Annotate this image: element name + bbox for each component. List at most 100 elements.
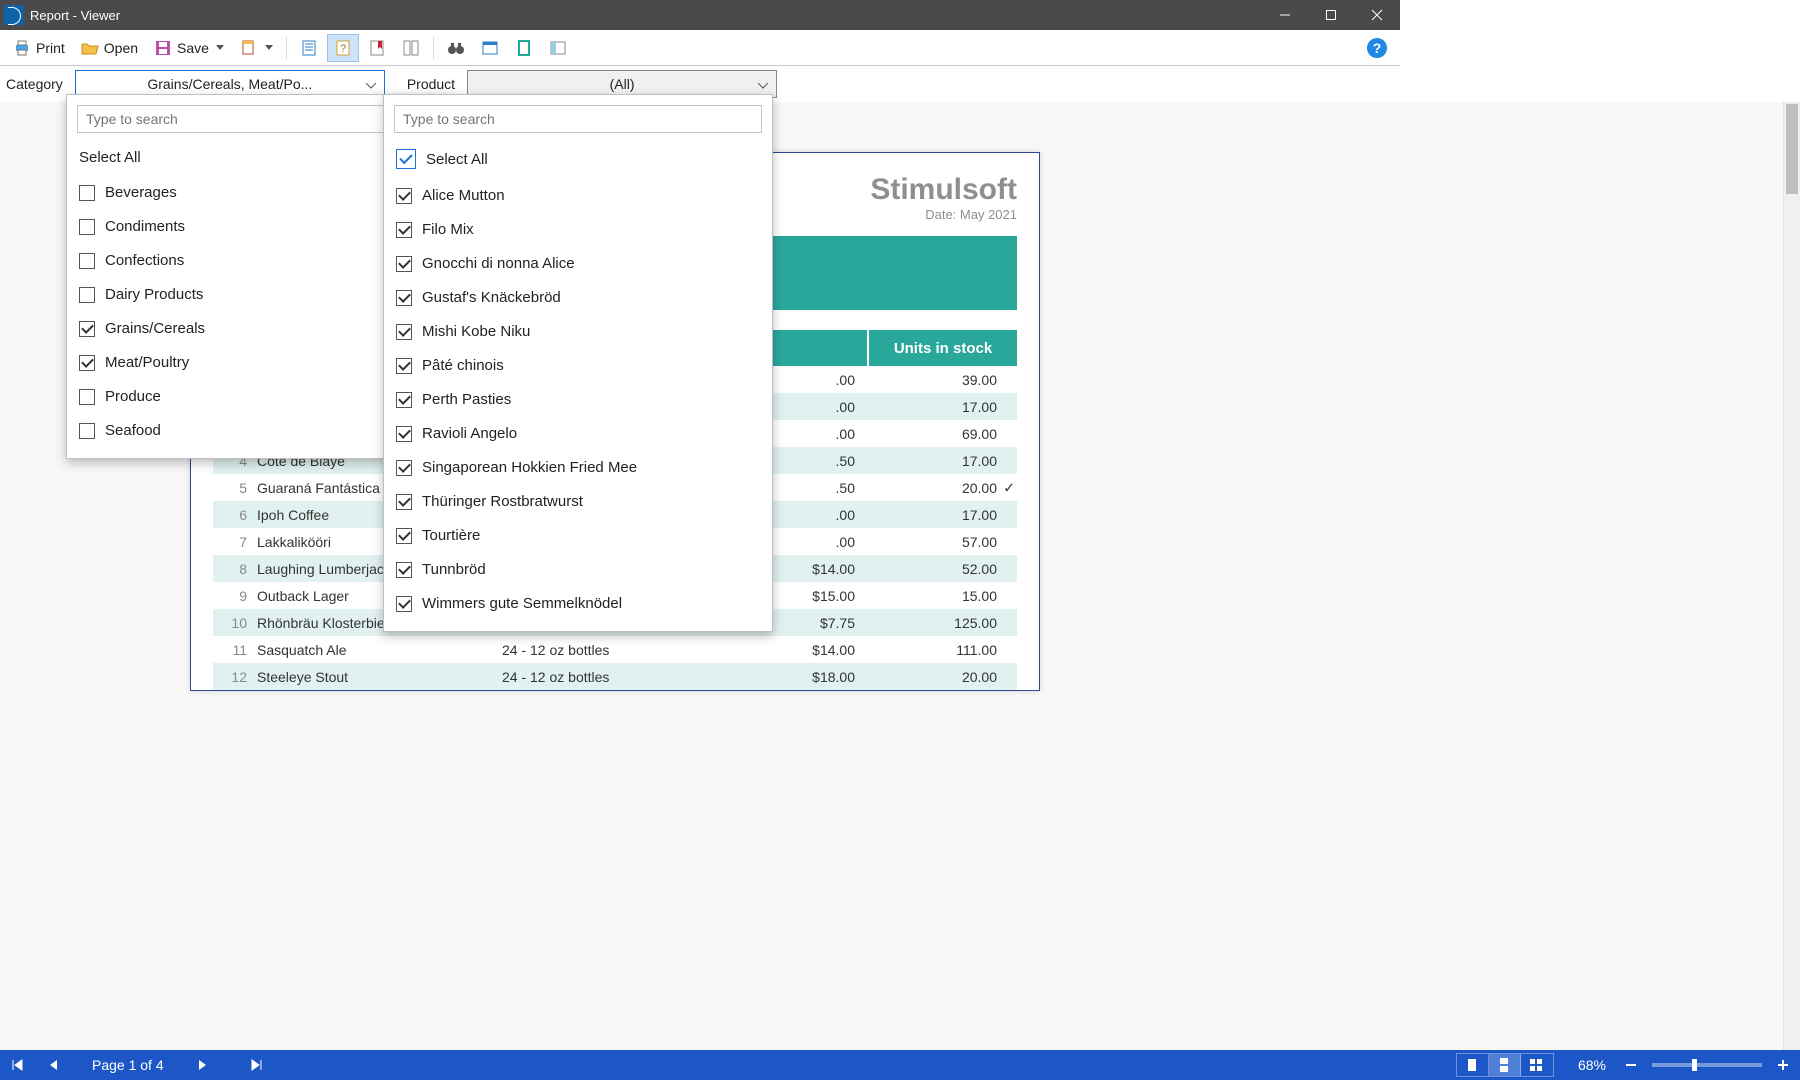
find-button[interactable] [440,34,472,62]
open-label: Open [104,40,138,56]
row-number: 9 [213,588,257,604]
check-icon: ✓ [1003,479,1015,496]
row-number: 12 [213,669,257,685]
product-search-input[interactable] [394,105,762,133]
prev-page-button[interactable] [44,1056,62,1074]
product-option[interactable]: Singaporean Hokkien Fried Mee [384,451,772,485]
zoom-out-button[interactable] [1622,1056,1640,1074]
option-label: Confections [105,248,184,274]
table-row: 11Sasquatch Ale24 - 12 oz bottles$14.001… [213,636,1017,663]
toolbar: Print Open Save ? ? [0,30,1400,66]
cell-stock: 125.00 [867,615,1017,631]
print-button[interactable]: Print [6,34,72,62]
option-label: Dairy Products [105,282,203,308]
report-brand: Stimulsoft [870,173,1017,207]
checkbox-icon [396,426,412,442]
zoom-slider[interactable] [1652,1063,1762,1067]
option-label: Gnocchi di nonna Alice [422,251,575,277]
editor-button[interactable] [542,34,574,62]
checkbox-icon [396,358,412,374]
product-option[interactable]: Gnocchi di nonna Alice [384,247,772,281]
bookmarks-button[interactable] [361,34,393,62]
last-page-button[interactable] [248,1056,266,1074]
cell-price: $14.00 [747,642,867,658]
product-select-all[interactable]: Select All [384,143,772,179]
view-continuous-button[interactable] [1489,1054,1521,1076]
help-icon: ? [1367,38,1387,58]
product-option[interactable]: Gustaf's Knäckebröd [384,281,772,315]
product-option[interactable]: Wimmers gute Semmelknödel [384,587,772,621]
first-page-button[interactable] [8,1056,26,1074]
next-page-button[interactable] [194,1056,212,1074]
product-option[interactable]: Mishi Kobe Niku [384,315,772,349]
thumbnails-button[interactable] [395,34,427,62]
page-setup-button[interactable] [233,34,280,62]
product-value: (All) [468,76,776,92]
cell-name: Steeleye Stout [257,669,502,685]
scrollbar-thumb[interactable] [1786,104,1798,194]
cell-qty: 24 - 12 oz bottles [502,642,747,658]
zoom-page-button[interactable] [508,34,540,62]
option-label: Seafood [105,418,161,444]
status-bar: Page 1 of 4 68% [0,1050,1800,1080]
window-title: Report - Viewer [30,8,120,23]
minimize-button[interactable] [1262,0,1308,30]
parameters-button[interactable]: ? [327,34,359,62]
help-button[interactable]: ? [1360,34,1394,62]
close-button[interactable] [1354,0,1400,30]
page-mode-button[interactable] [293,34,325,62]
row-number: 10 [213,615,257,631]
maximize-button[interactable] [1308,0,1354,30]
save-button[interactable]: Save [147,34,231,62]
app-icon [4,5,24,25]
toolbar-separator [286,37,287,59]
view-multiple-button[interactable] [1521,1054,1553,1076]
print-label: Print [36,40,65,56]
save-icon [154,39,172,57]
row-number: 5 [213,480,257,496]
zoom-page-icon [515,39,533,57]
open-button[interactable]: Open [74,34,145,62]
option-label: Ravioli Angelo [422,421,517,447]
product-option[interactable]: Ravioli Angelo [384,417,772,451]
option-label: Produce [105,384,161,410]
checkbox-icon [79,355,95,371]
checkbox-icon [396,188,412,204]
zoom-slider-thumb[interactable] [1692,1059,1697,1071]
checkbox-icon [79,253,95,269]
cell-stock: 39.00 [867,372,1017,388]
checkbox-icon [396,460,412,476]
product-option[interactable]: Alice Mutton [384,179,772,213]
product-option[interactable]: Perth Pasties [384,383,772,417]
chevron-down-icon [366,76,376,92]
product-option[interactable]: Filo Mix [384,213,772,247]
cell-stock: 17.00 [867,507,1017,523]
option-label: Condiments [105,214,185,240]
row-number: 11 [213,642,257,658]
fullscreen-icon [481,39,499,57]
fullscreen-button[interactable] [474,34,506,62]
product-dropdown: Select All Alice Mutton Filo Mix Gnocchi d… [383,94,773,632]
checkbox-icon [396,256,412,272]
option-label: Pâté chinois [422,353,504,379]
view-mode-segment [1456,1053,1554,1077]
option-label: Mishi Kobe Niku [422,319,530,345]
view-single-button[interactable] [1457,1054,1489,1076]
option-label: Singaporean Hokkien Fried Mee [422,455,637,481]
product-option[interactable]: Thüringer Rostbratwurst [384,485,772,519]
zoom-in-button[interactable] [1774,1056,1792,1074]
vertical-scrollbar[interactable] [1783,102,1800,1050]
save-label: Save [177,40,209,56]
cell-stock: 57.00 [867,534,1017,550]
report-date: Date: May 2021 [870,207,1017,222]
product-option[interactable]: Pâté chinois [384,349,772,383]
option-label: Alice Mutton [422,183,505,209]
product-option[interactable]: Tunnbröd [384,553,772,587]
checkbox-icon [79,321,95,337]
option-label: Beverages [105,180,177,206]
chevron-down-icon [265,45,273,50]
category-value: Grains/Cereals, Meat/Po... [76,76,384,92]
product-option[interactable]: Tourtière [384,519,772,553]
option-label: Tunnbröd [422,557,486,583]
parameters-icon: ? [334,39,352,57]
